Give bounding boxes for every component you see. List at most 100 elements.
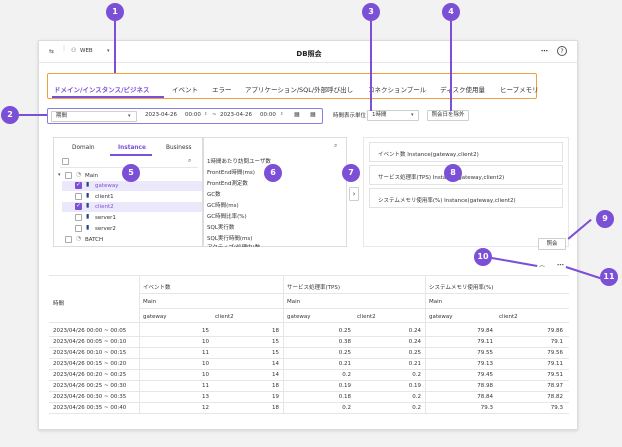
divider <box>283 275 284 413</box>
value-cell: 79.84 <box>477 328 493 334</box>
callout-line <box>450 21 452 111</box>
period-select[interactable]: 期間 ▾ <box>51 110 137 122</box>
chart-label: サービス処理率(TPS) Instance(gateway,client2) <box>378 175 505 181</box>
value-cell: 12 <box>202 405 209 411</box>
tree-checkbox-client1[interactable] <box>75 193 82 200</box>
tab-application-sql[interactable]: アプリケーション/SQL/外部呼び出し <box>245 84 353 94</box>
tree-item-main[interactable]: Main <box>85 173 98 179</box>
value-cell: 15 <box>272 350 279 356</box>
tree-item-batch[interactable]: BATCH <box>85 237 103 243</box>
search-icon[interactable]: ⌕ <box>334 143 337 149</box>
tree-item-client2[interactable]: client2 <box>95 204 114 210</box>
selected-chart-item[interactable]: イベント数 Instance(gateway,client2) <box>369 142 563 162</box>
display-unit-select[interactable]: 1時間 ▾ <box>367 110 419 121</box>
add-metric-button[interactable]: › <box>349 187 359 201</box>
instance-tree-panel: Domain Instance Business ⌕ ▾ ◔ Main ▮ ga… <box>53 137 203 247</box>
tree-checkbox-gateway[interactable] <box>75 181 82 189</box>
row-divider <box>49 347 569 348</box>
value-cell: 78.82 <box>547 394 563 400</box>
instance-icon: ▮ <box>86 192 90 199</box>
screen: ⇆ | ⚇ WEB ▾ DB照会 ⋯ ? ドメイン/インスタンス/ビジネス イベ… <box>0 0 622 447</box>
exclude-date-button[interactable]: 照会日を除外 <box>427 110 469 121</box>
tab-domain-instance-business[interactable]: ドメイン/インスタンス/ビジネス <box>54 84 150 94</box>
value-cell: 79.11 <box>547 361 563 367</box>
tree-item-gateway[interactable]: gateway <box>95 183 119 189</box>
more-options-icon[interactable]: ⋯ <box>557 262 564 269</box>
tab-business[interactable]: Business <box>166 145 192 151</box>
callout-line <box>19 114 47 116</box>
tab-instance[interactable]: Instance <box>118 145 146 151</box>
subcolumn-header: gateway <box>287 314 311 320</box>
select-all-checkbox[interactable] <box>62 158 69 165</box>
search-icon[interactable]: ⌕ <box>188 158 191 164</box>
value-cell: 14 <box>272 372 279 378</box>
date-from[interactable]: 2023-04-26 <box>145 112 177 119</box>
row-divider <box>49 369 569 370</box>
tab-event[interactable]: イベント <box>172 84 198 94</box>
selected-chart-item[interactable]: サービス処理率(TPS) Instance(gateway,client2) <box>369 165 563 185</box>
callout-3: 3 <box>362 3 380 21</box>
tree-item-server1[interactable]: server1 <box>95 215 116 221</box>
query-button[interactable]: 照会 <box>538 238 566 250</box>
metric-item[interactable]: SQL実行数 <box>207 223 234 231</box>
value-cell: 18 <box>272 405 279 411</box>
tree-checkbox-server1[interactable] <box>75 214 82 221</box>
tab-disk-usage[interactable]: ディスク使用量 <box>440 84 485 94</box>
value-cell: 13 <box>202 394 209 400</box>
value-cell: 0.21 <box>408 361 421 367</box>
metric-item[interactable]: GC時間(ms) <box>207 201 239 209</box>
value-cell: 79.3 <box>550 405 563 411</box>
chevron-down-icon: ▾ <box>128 112 131 119</box>
time-stepper-icon[interactable]: ⇕ <box>204 112 207 116</box>
callout-9: 9 <box>596 210 614 228</box>
callout-2: 2 <box>1 106 19 124</box>
row-divider <box>49 358 569 359</box>
time-stepper-icon[interactable]: ⇕ <box>280 112 283 116</box>
period-filter: 期間 ▾ 2023-04-26 00:00 ⇕ ~ 2023-04-26 00:… <box>47 108 323 124</box>
tree-checkbox-server2[interactable] <box>75 225 82 232</box>
time-from[interactable]: 00:00 <box>185 112 201 119</box>
value-cell: 78.97 <box>547 383 563 389</box>
time-cell: 2023/04/26 00:10 ~ 00:15 <box>53 350 127 356</box>
tab-connection-pool[interactable]: コネクションプール <box>368 84 426 94</box>
group-header: サービス処理率(TPS) <box>287 285 340 291</box>
metric-item[interactable]: FrontEnd時間(ms) <box>207 168 255 176</box>
domain-header: Main <box>143 299 157 305</box>
time-cell: 2023/04/26 00:00 ~ 00:05 <box>53 328 127 334</box>
tree-checkbox-batch[interactable] <box>65 236 72 243</box>
tab-heap-memory[interactable]: ヒープメモリ <box>500 84 539 94</box>
value-cell: 15 <box>272 339 279 345</box>
collapse-icon[interactable]: ︿ <box>539 263 545 269</box>
more-icon[interactable]: ⋯ <box>541 48 548 55</box>
tree-checkbox-main[interactable] <box>65 172 72 179</box>
tab-domain[interactable]: Domain <box>72 145 95 151</box>
metric-item[interactable]: SQL実行時間(ms) <box>207 234 252 242</box>
help-icon[interactable]: ? <box>557 46 567 56</box>
metric-item[interactable]: GC時間比率(%) <box>207 212 247 220</box>
calendar-icon[interactable]: ▦ <box>294 112 300 118</box>
value-cell: 0.38 <box>338 339 351 345</box>
metric-item[interactable]: FrontEnd測定数 <box>207 179 248 187</box>
expand-arrow-icon[interactable]: ▾ <box>58 173 61 178</box>
period-label: 期間 <box>56 112 68 119</box>
tree-item-server2[interactable]: server2 <box>95 226 116 232</box>
value-cell: 11 <box>202 383 209 389</box>
value-cell: 0.2 <box>342 405 351 411</box>
tab-error[interactable]: エラー <box>212 84 232 94</box>
selected-chart-item[interactable]: システムメモリ使用率(%) Instance(gateway,client2) <box>369 188 563 208</box>
value-cell: 10 <box>202 339 209 345</box>
metric-item[interactable]: GC数 <box>207 190 221 198</box>
metric-item[interactable]: アクティブ(処理中)数 <box>207 243 260 247</box>
divider <box>139 275 140 413</box>
callout-8: 8 <box>444 164 462 182</box>
value-cell: 10 <box>202 361 209 367</box>
tree-item-client1[interactable]: client1 <box>95 194 114 200</box>
metric-item[interactable]: 1時間あたり訪問ユーザ数 <box>207 157 271 165</box>
tree-checkbox-client2[interactable] <box>75 202 82 210</box>
date-to[interactable]: 2023-04-26 <box>220 112 252 119</box>
callout-4: 4 <box>442 3 460 21</box>
value-cell: 0.2 <box>412 372 421 378</box>
calendar-icon[interactable]: ▦ <box>310 112 316 118</box>
time-to[interactable]: 00:00 <box>260 112 276 119</box>
value-cell: 78.98 <box>477 383 493 389</box>
